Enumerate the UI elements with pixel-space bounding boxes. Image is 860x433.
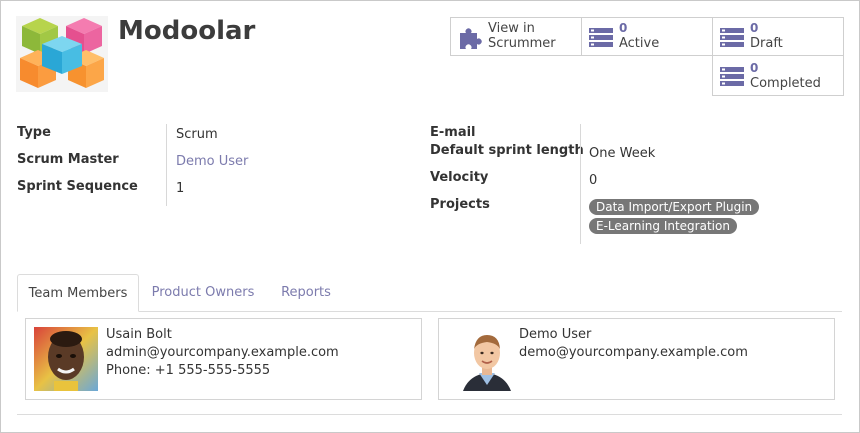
email-label: E-mail	[430, 125, 476, 140]
view-in-scrummer-button[interactable]: View in Scrummer	[450, 17, 582, 56]
velocity-label: Velocity	[430, 170, 489, 185]
project-tag[interactable]: E-Learning Integration	[589, 218, 737, 234]
server-stack-icon	[720, 28, 744, 47]
member-name: Usain Bolt	[106, 327, 172, 342]
scrummer-line2: Scrummer	[488, 36, 556, 51]
type-label: Type	[17, 125, 51, 140]
completed-count: 0	[750, 61, 759, 75]
left-group-divider	[166, 124, 167, 206]
sprint-sequence-value: 1	[176, 181, 185, 196]
tab-content-bottom-divider	[17, 414, 842, 415]
avatar	[455, 327, 519, 391]
puzzle-icon	[460, 28, 482, 49]
sprint-length-label: Default sprint length	[430, 143, 584, 158]
draft-count: 0	[750, 21, 759, 35]
team-title: Modoolar	[118, 16, 256, 46]
member-card[interactable]: Demo User demo@yourcompany.example.com	[438, 318, 835, 400]
server-stack-icon	[720, 67, 744, 86]
active-label: Active	[619, 36, 660, 51]
member-card[interactable]: Usain Bolt admin@yourcompany.example.com…	[25, 318, 422, 400]
tab-reports[interactable]: Reports	[268, 274, 344, 312]
scrummer-line1: View in	[488, 21, 535, 36]
active-sprints-button[interactable]: 0 Active	[581, 17, 713, 56]
projects-label: Projects	[430, 197, 490, 212]
completed-label: Completed	[750, 76, 821, 91]
avatar	[34, 327, 98, 391]
right-group-divider	[580, 124, 581, 244]
scrum-master-label: Scrum Master	[17, 152, 119, 167]
member-email: demo@yourcompany.example.com	[519, 345, 748, 360]
completed-sprints-button[interactable]: 0 Completed	[712, 55, 844, 96]
member-email: admin@yourcompany.example.com	[106, 345, 339, 360]
draft-label: Draft	[750, 36, 783, 51]
project-tag[interactable]: Data Import/Export Plugin	[589, 199, 760, 215]
velocity-value: 0	[589, 173, 598, 188]
tab-team-members[interactable]: Team Members	[17, 274, 139, 312]
type-value: Scrum	[176, 127, 218, 142]
active-count: 0	[619, 21, 628, 35]
sprint-sequence-label: Sprint Sequence	[17, 179, 138, 194]
draft-sprints-button[interactable]: 0 Draft	[712, 17, 844, 56]
scrum-master-link[interactable]: Demo User	[176, 154, 248, 169]
member-phone: Phone: +1 555-555-5555	[106, 363, 271, 378]
sprint-length-value: One Week	[589, 146, 656, 161]
tab-bar	[17, 311, 842, 312]
team-logo-cubes-icon	[16, 16, 108, 92]
member-name: Demo User	[519, 327, 592, 342]
server-stack-icon	[589, 28, 613, 47]
tab-product-owners[interactable]: Product Owners	[142, 274, 264, 312]
